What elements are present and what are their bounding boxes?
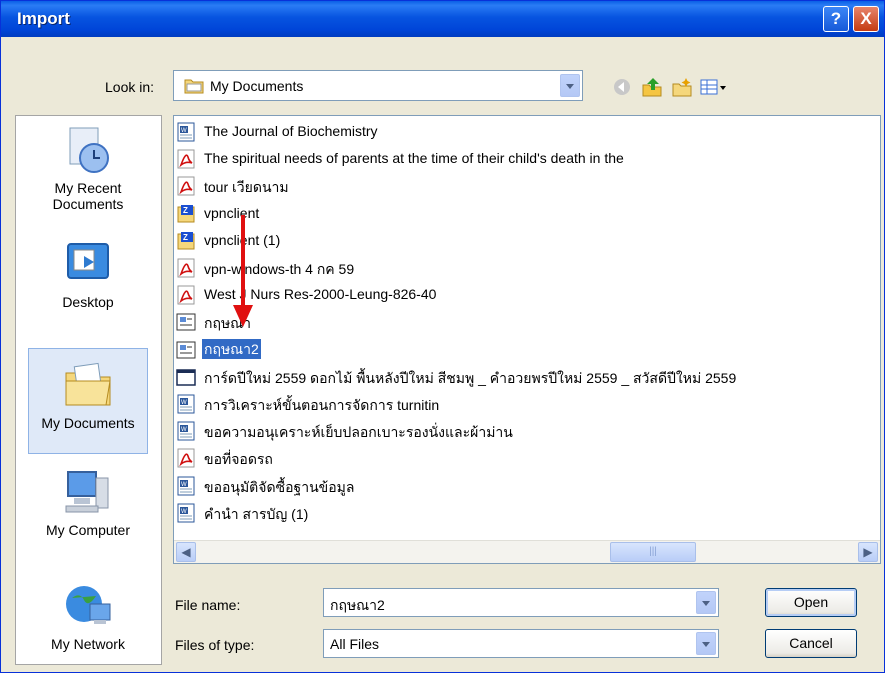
word-file-icon: W — [176, 503, 196, 523]
scroll-thumb[interactable]: ||| — [610, 542, 696, 562]
svg-text:Z: Z — [183, 233, 188, 242]
place-label: Desktop — [62, 294, 114, 310]
up-folder-icon[interactable] — [641, 77, 663, 97]
horizontal-scrollbar[interactable]: ◀ ||| ▶ — [174, 540, 880, 563]
folder-icon — [184, 79, 204, 94]
file-name-text: การ์ดปีใหม่ 2559 ดอกไม้ พื้นหลังปีใหม่ ส… — [204, 369, 737, 386]
ris-file-icon — [176, 312, 196, 332]
close-button[interactable]: X — [853, 6, 879, 32]
pdf-file-icon — [176, 176, 196, 196]
word-file-icon: W — [176, 394, 196, 414]
pdf-file-icon — [176, 258, 196, 278]
place-label: My Documents — [41, 415, 135, 431]
svg-text:W: W — [181, 482, 187, 488]
new-folder-icon[interactable] — [671, 77, 693, 97]
pdf-file-icon — [176, 285, 196, 305]
file-name-text: การวิเคราะห์ขั้นตอนการจัดการ turnitin — [204, 397, 440, 413]
back-icon[interactable] — [611, 77, 633, 97]
place-label: My Computer — [45, 522, 131, 538]
file-name-text: The Journal of Biochemistry — [204, 123, 378, 139]
svg-text:W: W — [181, 128, 187, 134]
scroll-left-button[interactable]: ◀ — [176, 542, 196, 562]
desktop-icon — [62, 238, 114, 290]
file-name-text: ขออนุมัติจัดซื้อฐานข้อมูล — [204, 478, 355, 495]
word-file-icon: W — [176, 421, 196, 441]
help-button[interactable]: ? — [823, 6, 849, 32]
file-list[interactable]: W The Journal of Biochemistry The spiritua… — [173, 115, 881, 564]
my-documents-icon — [62, 359, 114, 411]
svg-text:W: W — [181, 509, 187, 515]
place-label: My Recent Documents — [52, 180, 124, 212]
look-in-label: Look in: — [105, 79, 155, 95]
file-name-text: vpnclient — [204, 204, 260, 221]
file-name-text: คำนำ สารบัญ (1) — [204, 505, 309, 522]
file-name-label: File name: — [175, 597, 241, 613]
files-of-type-select[interactable]: All Files — [323, 629, 719, 658]
place-my-recent-documents[interactable]: My Recent Documents — [28, 124, 148, 230]
place-my-documents[interactable]: My Documents — [28, 348, 148, 454]
open-button[interactable]: Open — [765, 588, 857, 617]
scroll-right-button[interactable]: ▶ — [858, 542, 878, 562]
views-menu-icon[interactable] — [699, 77, 729, 97]
svg-text:Z: Z — [183, 206, 188, 215]
file-name-text: ขอความอนุเคราะห์เย็บปลอกเบาะรองนั่งและผ้… — [204, 424, 513, 441]
pdf-file-icon — [176, 448, 196, 468]
files-of-type-dropdown-button[interactable] — [696, 632, 716, 655]
window-title: Import — [17, 9, 70, 28]
places-bar: My Recent Documents Desktop My Documents… — [15, 115, 162, 665]
zip-file-icon: Z — [176, 231, 196, 251]
recent-documents-icon — [62, 124, 114, 176]
look-in-value: My Documents — [210, 78, 304, 94]
my-network-icon — [62, 580, 114, 632]
chevron-left-icon: ◀ — [181, 545, 191, 559]
red-arrow-shaft — [241, 215, 245, 313]
word-file-icon: W — [176, 122, 196, 142]
file-name-text: ขอที่จอดรถ — [204, 451, 273, 468]
zip-file-icon: Z — [176, 204, 196, 224]
place-desktop[interactable]: Desktop — [28, 238, 148, 324]
red-arrow-icon — [233, 305, 253, 327]
svg-text:W: W — [181, 427, 187, 433]
file-name-text: tour เวียดนาม — [204, 179, 289, 196]
title-bar[interactable]: Import ? X — [1, 1, 884, 37]
file-name-text: West J Nurs Res-2000-Leung-826-40 — [204, 286, 437, 303]
pdf-file-icon — [176, 149, 196, 169]
file-name-text: vpn-windows-th 4 กค 59 — [204, 261, 355, 277]
svg-text:W: W — [181, 400, 187, 406]
files-of-type-label: Files of type: — [175, 637, 255, 653]
cancel-button[interactable]: Cancel — [765, 629, 857, 658]
ris-file-icon — [176, 340, 196, 360]
files-of-type-value: All Files — [330, 636, 380, 652]
place-my-network[interactable]: My Network — [28, 580, 148, 660]
word-file-icon: W — [176, 476, 196, 496]
file-name-text: กฤษณา2 — [202, 338, 261, 359]
file-name-dropdown-button[interactable] — [696, 591, 716, 614]
image-file-icon — [176, 367, 196, 387]
my-computer-icon — [62, 466, 114, 518]
place-label: My Network — [51, 636, 125, 652]
file-name-value: กฤษณา2 — [330, 597, 385, 613]
import-dialog: Import ? X Look in: My Documents My Rece… — [0, 0, 885, 673]
look-in-dropdown[interactable]: My Documents — [173, 70, 583, 101]
place-my-computer[interactable]: My Computer — [28, 466, 148, 566]
file-name-text: The spiritual needs of parents at the ti… — [204, 150, 624, 167]
chevron-right-icon: ▶ — [863, 545, 873, 559]
file-name-input[interactable]: กฤษณา2 — [323, 588, 719, 617]
look-in-dropdown-button[interactable] — [560, 74, 580, 97]
